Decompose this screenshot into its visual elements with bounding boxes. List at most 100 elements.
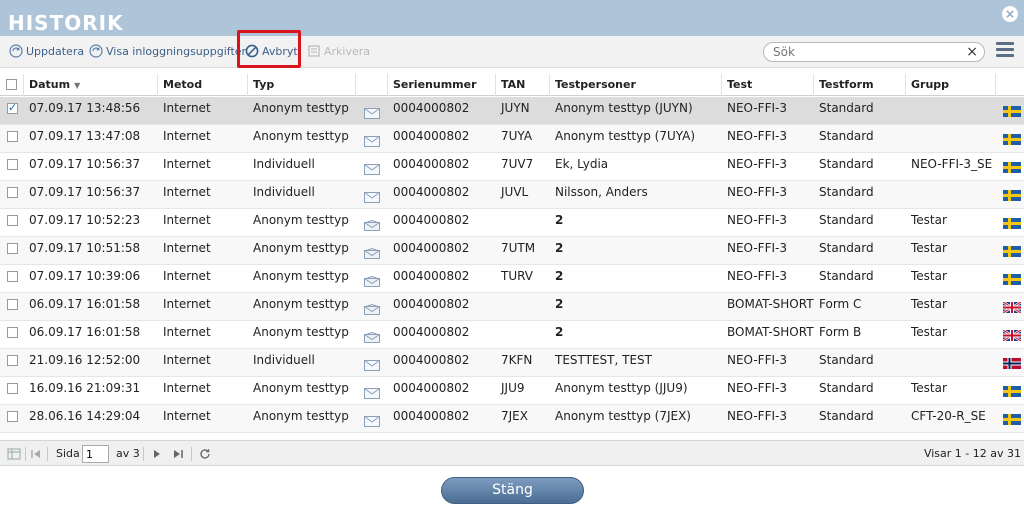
email-icon[interactable] — [364, 276, 380, 287]
table-row[interactable]: 07.09.17 10:51:58 Internet Anonym testtyp 0… — [0, 237, 1024, 265]
table-row[interactable]: 28.06.16 14:29:04 Internet Anonym testtyp 0… — [0, 405, 1024, 433]
row-checkbox[interactable] — [7, 411, 18, 422]
cell-tan — [496, 325, 550, 339]
cell-testpersoner: 2 — [555, 269, 564, 283]
cell-grupp: Testar — [911, 269, 947, 283]
cell-testpersoner: 2 — [555, 325, 564, 339]
select-all-header — [0, 74, 24, 96]
row-checkbox[interactable] — [7, 187, 18, 198]
clear-search-icon[interactable]: × — [966, 44, 978, 60]
column-header-mail[interactable] — [356, 74, 388, 96]
column-header-serienummer[interactable]: Serienummer — [388, 74, 496, 96]
row-checkbox[interactable] — [7, 101, 18, 114]
cell-tan: TURV — [501, 269, 534, 283]
table-row[interactable]: 07.09.17 13:47:08 Internet Anonym testtyp 0… — [0, 125, 1024, 153]
cell-testpersoner: Nilsson, Anders — [555, 185, 648, 199]
row-checkbox[interactable] — [7, 383, 18, 394]
cell-metod: Internet — [163, 213, 211, 227]
show-login-button[interactable]: Visa inloggningsuppgifter — [89, 44, 246, 60]
cell-testpersoner: Anonym testtyp (7JEX) — [555, 409, 691, 423]
table-row[interactable]: 06.09.17 16:01:58 Internet Anonym testtyp 0… — [0, 321, 1024, 349]
close-button[interactable]: Stäng — [441, 477, 584, 504]
table-row[interactable]: 16.09.16 21:09:31 Internet Anonym testtyp 0… — [0, 377, 1024, 405]
cell-testpersoner: TESTTEST, TEST — [555, 353, 652, 367]
table-row[interactable]: 07.09.17 10:39:06 Internet Anonym testtyp 0… — [0, 265, 1024, 293]
cell-metod: Internet — [163, 297, 211, 311]
row-checkbox[interactable] — [7, 355, 18, 366]
last-page-icon[interactable] — [171, 447, 185, 461]
row-checkbox[interactable] — [7, 243, 18, 254]
select-all-checkbox[interactable] — [6, 79, 17, 90]
column-header-datum[interactable]: Datum ▼ — [24, 74, 158, 96]
next-page-icon[interactable] — [150, 447, 164, 461]
email-icon[interactable] — [364, 388, 380, 399]
menu-icon[interactable] — [996, 42, 1014, 58]
email-icon[interactable] — [364, 220, 380, 231]
row-checkbox[interactable] — [7, 159, 18, 170]
search-box[interactable]: × — [763, 42, 985, 62]
column-header-testpersoner[interactable]: Testpersoner — [550, 74, 722, 96]
cell-datum: 28.06.16 14:29:04 — [29, 409, 141, 423]
table-row[interactable]: 07.09.17 10:56:37 Internet Individuell 0004… — [0, 153, 1024, 181]
email-icon[interactable] — [364, 332, 380, 343]
column-header-typ[interactable]: Typ — [248, 74, 356, 96]
table-row[interactable]: 21.09.16 12:52:00 Internet Individuell 0004… — [0, 349, 1024, 377]
page-label: Sida — [56, 447, 80, 460]
table-row[interactable]: 07.09.17 10:52:23 Internet Anonym testtyp 0… — [0, 209, 1024, 237]
cell-testform: Form B — [819, 325, 862, 339]
email-icon[interactable] — [364, 136, 380, 147]
row-checkbox[interactable] — [7, 131, 18, 142]
column-header-testform[interactable]: Testform — [814, 74, 906, 96]
cell-serienummer: 0004000802 — [393, 213, 470, 227]
cell-tan: 7UV7 — [501, 157, 534, 171]
cell-typ: Anonym testtyp — [253, 129, 349, 143]
column-header-test[interactable]: Test — [722, 74, 814, 96]
email-icon[interactable] — [364, 164, 380, 175]
cell-test: BOMAT-SHORT — [727, 325, 814, 339]
row-checkbox[interactable] — [7, 271, 18, 282]
column-header-tan[interactable]: TAN — [496, 74, 550, 96]
cell-serienummer: 0004000802 — [393, 185, 470, 199]
archive-button[interactable]: Arkivera — [307, 44, 370, 60]
table-row[interactable]: 07.09.17 10:56:37 Internet Individuell 0004… — [0, 181, 1024, 209]
cell-testform: Form C — [819, 297, 862, 311]
column-header-metod[interactable]: Metod — [158, 74, 248, 96]
email-icon[interactable] — [364, 360, 380, 371]
update-button[interactable]: Uppdatera — [9, 44, 84, 60]
cell-test: NEO-FFI-3 — [727, 129, 787, 143]
email-icon[interactable] — [364, 108, 380, 119]
row-checkbox[interactable] — [7, 327, 18, 338]
language-flag-no-icon — [1003, 358, 1021, 369]
cell-testform: Standard — [819, 409, 874, 423]
cell-testform: Standard — [819, 269, 874, 283]
reload-icon[interactable] — [198, 447, 212, 461]
cell-testpersoner: 2 — [555, 297, 564, 311]
export-icon[interactable] — [7, 447, 21, 461]
cell-metod: Internet — [163, 353, 211, 367]
email-icon[interactable] — [364, 416, 380, 427]
cell-grupp — [906, 101, 996, 115]
close-window-icon[interactable]: × — [1002, 6, 1018, 22]
cell-typ: Anonym testtyp — [253, 241, 349, 255]
first-page-icon[interactable] — [29, 447, 43, 461]
row-checkbox[interactable] — [7, 215, 18, 226]
language-flag-se-icon — [1003, 106, 1021, 117]
search-input[interactable] — [773, 45, 963, 59]
cell-test: NEO-FFI-3 — [727, 185, 787, 199]
page-number-input[interactable] — [82, 445, 109, 463]
cell-datum: 07.09.17 10:56:37 — [29, 157, 141, 171]
column-header-grupp[interactable]: Grupp — [906, 74, 996, 96]
language-flag-se-icon — [1003, 162, 1021, 173]
table-row[interactable]: 07.09.17 13:48:56 Internet Anonym testtyp 0… — [0, 97, 1024, 125]
row-checkbox[interactable] — [7, 299, 18, 310]
cell-typ: Anonym testtyp — [253, 269, 349, 283]
cell-typ: Anonym testtyp — [253, 101, 349, 115]
email-icon[interactable] — [364, 192, 380, 203]
cell-test: NEO-FFI-3 — [727, 241, 787, 255]
email-icon[interactable] — [364, 304, 380, 315]
cell-grupp — [906, 185, 996, 199]
table-row[interactable]: 06.09.17 16:01:58 Internet Anonym testtyp 0… — [0, 293, 1024, 321]
email-icon[interactable] — [364, 248, 380, 259]
cell-typ: Anonym testtyp — [253, 409, 349, 423]
language-flag-se-icon — [1003, 190, 1021, 201]
